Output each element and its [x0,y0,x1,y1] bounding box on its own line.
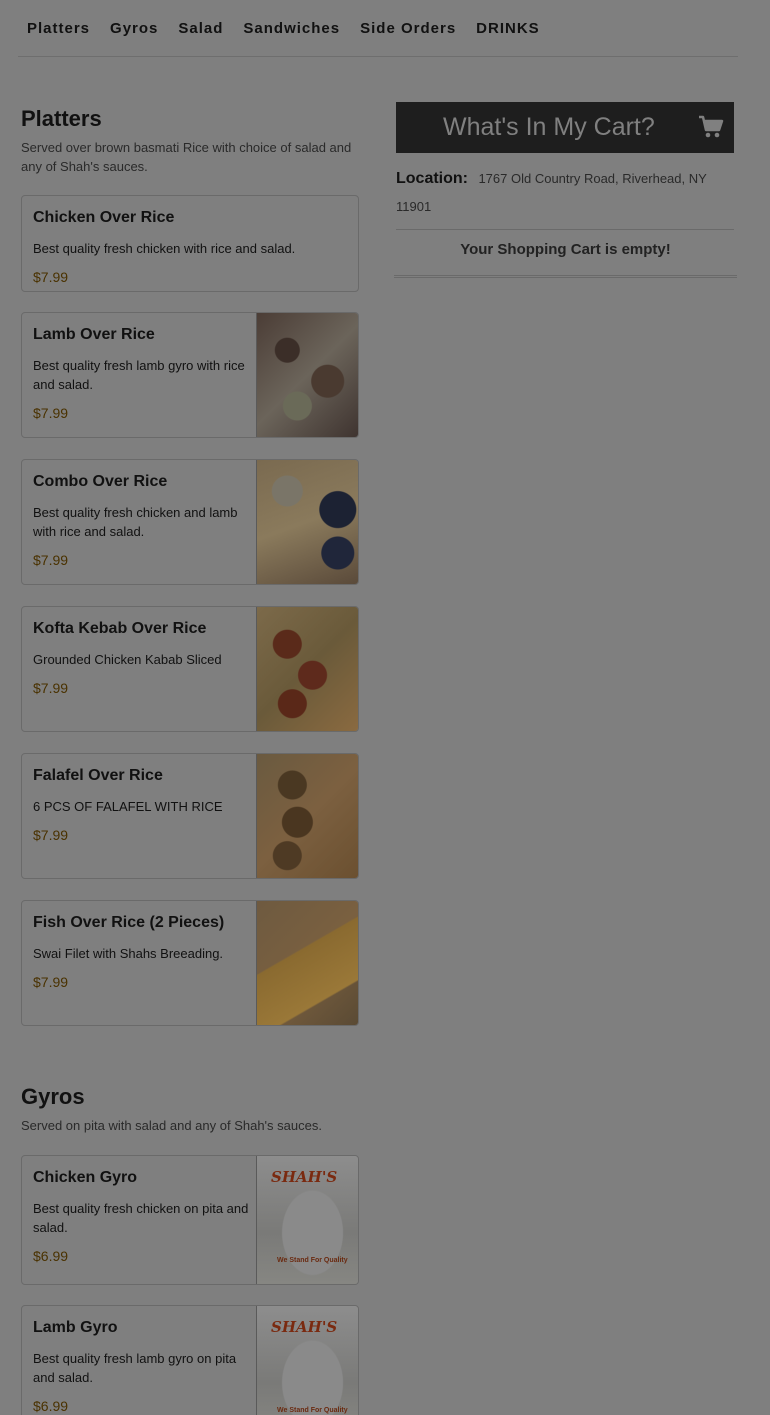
shopping-cart-icon[interactable] [698,114,724,140]
item-name: Kofta Kebab Over Rice [33,620,207,637]
menu-item-chicken-gyro[interactable]: Chicken Gyro Best quality fresh chicken … [21,1155,359,1285]
nav-gyros[interactable]: Gyros [110,20,158,37]
platters-section: Platters Served over brown basmati Rice … [21,106,359,176]
item-description: Best quality fresh lamb gyro with rice a… [33,358,245,392]
menu-item-chicken-over-rice[interactable]: Chicken Over Rice Best quality fresh chi… [21,195,359,292]
item-name: Lamb Gyro [33,1319,118,1336]
item-description: Grounded Chicken Kabab Sliced [33,652,222,667]
shahs-logo: SHAH'S [271,1318,338,1336]
menu-item-fish-over-rice[interactable]: Fish Over Rice (2 Pieces) Swai Filet wit… [21,900,359,1026]
menu-item-lamb-over-rice[interactable]: Lamb Over Rice Best quality fresh lamb g… [21,312,359,438]
store-location: Location: 1767 Old Country Road, Riverhe… [396,165,734,221]
item-description: Best quality fresh lamb gyro on pita and… [33,1351,237,1385]
item-name: Combo Over Rice [33,473,168,490]
item-name: Falafel Over Rice [33,767,163,784]
nav-side-orders[interactable]: Side Orders [360,20,456,37]
item-description: Swai Filet with Shahs Breeading. [33,946,224,961]
item-name: Chicken Over Rice [33,209,175,226]
logo-tagline: We Stand For Quality [277,1257,348,1264]
divider [396,229,734,230]
logo-tagline: We Stand For Quality [277,1407,348,1414]
item-name: Chicken Gyro [33,1169,138,1186]
item-price: $7.99 [33,552,69,568]
item-price: $7.99 [33,269,69,285]
cart-empty-message: Your Shopping Cart is empty! [460,241,671,258]
item-photo [256,313,358,437]
gyros-section: Gyros Served on pita with salad and any … [21,1084,359,1135]
item-photo [256,754,358,878]
item-price: $7.99 [33,405,69,421]
menu-item-lamb-gyro[interactable]: Lamb Gyro Best quality fresh lamb gyro o… [21,1305,359,1415]
nav-salad[interactable]: Salad [178,20,223,37]
section-title: Gyros [21,1084,85,1109]
menu-item-kofta-kebab-over-rice[interactable]: Kofta Kebab Over Rice Grounded Chicken K… [21,606,359,732]
menu-item-falafel-over-rice[interactable]: Falafel Over Rice 6 PCS OF FALAFEL WITH … [21,753,359,879]
cart-header[interactable]: What's In My Cart? [396,102,734,153]
item-photo [256,460,358,584]
category-nav: Platters Gyros Salad Sandwiches Side Ord… [18,0,738,57]
cart-title: What's In My Cart? [443,113,655,141]
item-photo [256,901,358,1025]
item-photo: SHAH'S We Stand For Quality [256,1306,358,1415]
location-label: Location: [396,170,468,187]
item-description: Best quality fresh chicken and lamb with… [33,505,238,539]
menu-item-combo-over-rice[interactable]: Combo Over Rice Best quality fresh chick… [21,459,359,585]
section-title: Platters [21,106,102,131]
item-price: $6.99 [33,1398,69,1414]
item-name: Fish Over Rice (2 Pieces) [33,914,225,931]
item-description: 6 PCS OF FALAFEL WITH RICE [33,799,223,814]
item-photo: SHAH'S We Stand For Quality [256,1156,358,1284]
item-photo [256,607,358,731]
item-description: Best quality fresh chicken with rice and… [33,241,296,256]
nav-platters[interactable]: Platters [27,20,90,37]
item-name: Lamb Over Rice [33,326,155,343]
item-price: $7.99 [33,680,69,696]
section-description: Served on pita with salad and any of Sha… [21,1118,322,1133]
shahs-logo: SHAH'S [271,1168,338,1186]
item-price: $6.99 [33,1248,69,1264]
item-price: $7.99 [33,827,69,843]
nav-sandwiches[interactable]: Sandwiches [243,20,340,37]
item-description: Best quality fresh chicken on pita and s… [33,1201,249,1235]
section-description: Served over brown basmati Rice with choi… [21,140,352,174]
item-price: $7.99 [33,974,69,990]
nav-drinks[interactable]: DRINKS [476,20,540,37]
divider [394,275,737,278]
